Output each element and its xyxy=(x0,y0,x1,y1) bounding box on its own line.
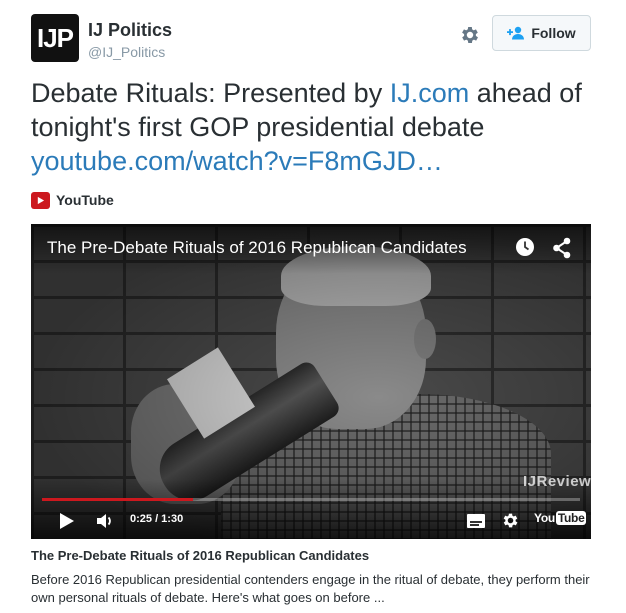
play-icon[interactable] xyxy=(59,512,75,530)
avatar[interactable]: IJP xyxy=(31,14,79,62)
gear-icon[interactable] xyxy=(459,24,481,46)
bottom-gradient xyxy=(31,479,591,539)
tweet-text-part-1: Debate Rituals: Presented by xyxy=(31,78,390,108)
card-title[interactable]: The Pre-Debate Rituals of 2016 Republica… xyxy=(31,548,369,563)
ij-link[interactable]: IJ.com xyxy=(390,78,470,108)
video-player[interactable]: The Pre-Debate Rituals of 2016 Republica… xyxy=(31,224,591,539)
volume-icon[interactable] xyxy=(96,512,114,530)
account-name[interactable]: IJ Politics xyxy=(88,20,172,41)
captions-icon[interactable] xyxy=(466,513,486,529)
gear-icon[interactable] xyxy=(501,511,520,530)
card-source[interactable]: YouTube xyxy=(31,190,114,210)
video-watermark: IJReview xyxy=(523,473,591,490)
youtube-logo-you: You xyxy=(534,511,555,525)
follow-label: Follow xyxy=(531,25,576,41)
account-handle[interactable]: @IJ_Politics xyxy=(88,44,165,60)
progress-bar[interactable] xyxy=(42,498,580,501)
youtube-icon xyxy=(31,191,50,209)
tweet-header: IJP IJ Politics @IJ_Politics Follow xyxy=(31,14,591,66)
source-label: YouTube xyxy=(56,192,114,208)
video-title[interactable]: The Pre-Debate Rituals of 2016 Republica… xyxy=(47,238,467,258)
tweet-text: Debate Rituals: Presented by IJ.com ahea… xyxy=(31,76,601,178)
share-icon[interactable] xyxy=(552,237,572,259)
youtube-logo-button[interactable]: You Tube xyxy=(534,511,587,525)
clock-icon[interactable] xyxy=(515,237,535,257)
card-description: Before 2016 Republican presidential cont… xyxy=(31,572,590,605)
youtube-logo-tube: Tube xyxy=(555,511,587,525)
progress-fill xyxy=(42,498,193,501)
add-user-icon xyxy=(507,26,525,40)
avatar-text: IJP xyxy=(36,22,74,53)
follow-button[interactable]: Follow xyxy=(492,15,591,51)
time-display: 0:25 / 1:30 xyxy=(130,513,184,525)
youtube-link[interactable]: youtube.com/watch?v=F8mGJD… xyxy=(31,146,443,176)
